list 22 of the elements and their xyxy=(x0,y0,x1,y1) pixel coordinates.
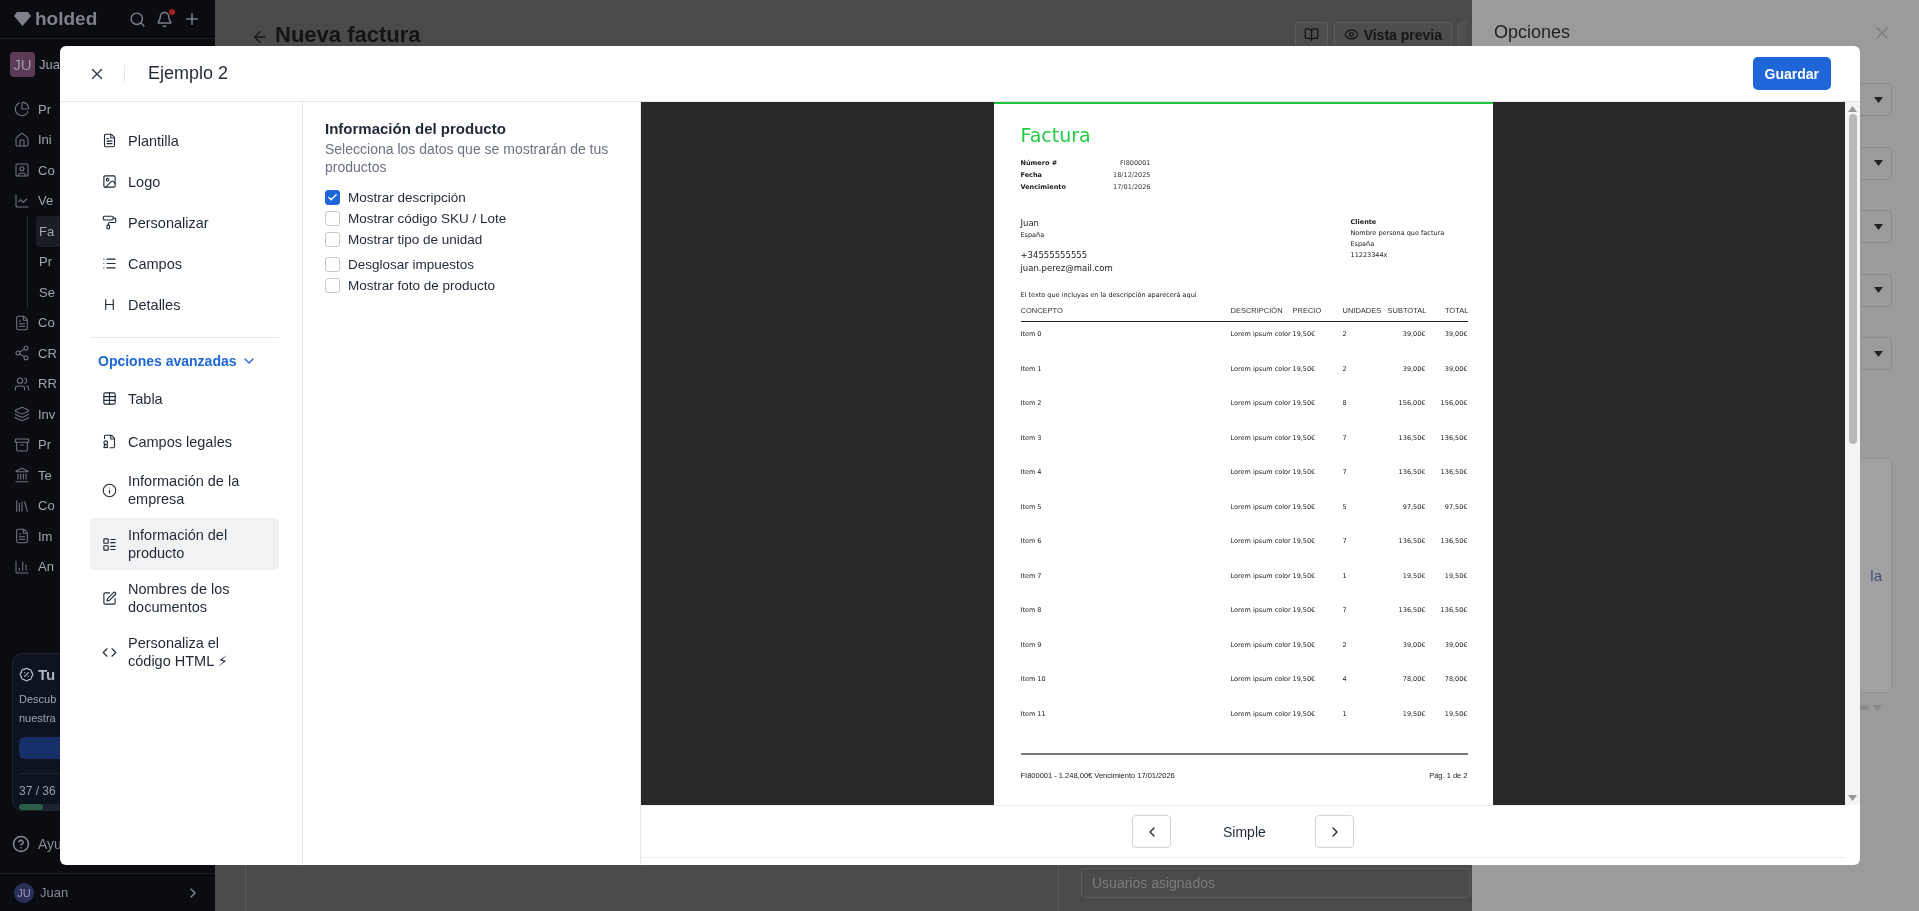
section-subtitle: Selecciona los datos que se mostrarán de tus productos xyxy=(325,140,610,176)
promo-title: Tu xyxy=(38,666,56,683)
promo-text: nuestra xyxy=(19,711,56,726)
checkbox-label: Mostrar código SKU / Lote xyxy=(348,211,507,226)
section-title: Información del producto xyxy=(325,120,507,137)
checkbox-label: Desglosar impuestos xyxy=(348,257,475,272)
card-text: la xyxy=(1870,566,1882,584)
checkbox-label: Mostrar descripción xyxy=(348,190,466,205)
issuer-name: Juan xyxy=(1020,217,1040,230)
invoice-title: Factura xyxy=(1020,124,1092,146)
promo-text: Descub xyxy=(19,692,57,707)
modal-title: Ejemplo 2 xyxy=(148,63,229,84)
user-avatar: JU xyxy=(14,882,34,903)
template-name: Simple xyxy=(1223,823,1263,840)
account-avatar: JU xyxy=(10,51,35,77)
panel-title: Opciones xyxy=(1494,22,1571,43)
logo-text: holded xyxy=(35,8,98,30)
issuer-email: juan.perez@mail.com xyxy=(1020,262,1113,275)
checkbox-label: Mostrar tipo de unidad xyxy=(348,232,483,247)
issuer-phone: +34555555555 xyxy=(1020,249,1089,262)
usage-count: 37 / 36 xyxy=(19,784,57,798)
checkbox-label: Mostrar foto de producto xyxy=(348,278,496,293)
